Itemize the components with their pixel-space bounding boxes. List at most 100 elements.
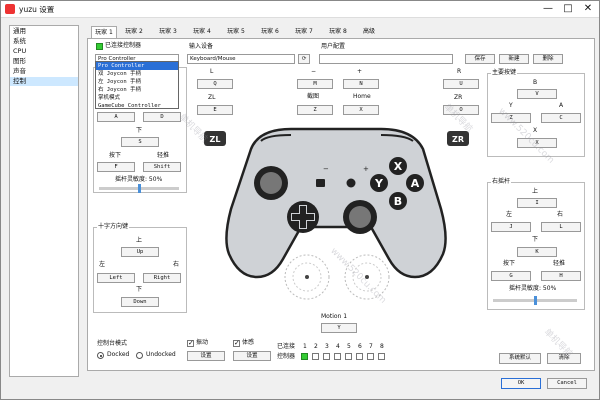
slider-handle[interactable] <box>137 184 141 193</box>
vibration-checkbox[interactable]: ✓ <box>187 339 194 347</box>
home-label: Home <box>353 93 371 100</box>
minus-glyph-icon: − <box>323 165 329 173</box>
l-bind-button[interactable]: Q <box>197 79 233 89</box>
dropdown-item-right-joycon[interactable]: 右 Joycon 手柄 <box>96 86 178 94</box>
sidebar-item-cpu[interactable]: CPU <box>10 47 78 56</box>
right-stick-modifier-button[interactable]: H <box>541 271 581 281</box>
motion-settings-button[interactable]: 设置 <box>233 351 271 361</box>
right-stick-range-slider[interactable] <box>493 296 577 305</box>
refresh-input-button[interactable]: ⟳ <box>298 54 310 64</box>
tab-player-2[interactable]: 玩家 2 <box>119 26 149 38</box>
undocked-radio[interactable] <box>136 352 143 359</box>
left-stick-press-button[interactable]: F <box>97 162 135 172</box>
minus-label: − <box>311 68 317 75</box>
maximize-button[interactable]: □ <box>561 2 575 16</box>
sidebar-item-graphics[interactable]: 图形 <box>10 57 78 66</box>
tab-player-8[interactable]: 玩家 8 <box>323 26 353 38</box>
player-4-connected-checkbox[interactable] <box>334 353 341 360</box>
tab-player-3[interactable]: 玩家 3 <box>153 26 183 38</box>
new-profile-button[interactable]: 新建 <box>499 54 529 64</box>
delete-profile-button[interactable]: 删除 <box>533 54 563 64</box>
right-stick-left-button[interactable]: J <box>491 222 531 232</box>
slider-handle[interactable] <box>533 296 537 305</box>
player-2-connected-checkbox[interactable] <box>312 353 319 360</box>
minus-bind-button[interactable]: M <box>297 79 333 89</box>
sidebar-item-general[interactable]: 通用 <box>10 27 78 36</box>
capture-bind-button[interactable]: Z <box>297 105 333 115</box>
tab-player-4[interactable]: 玩家 4 <box>187 26 217 38</box>
x-button-icon: X <box>389 157 407 175</box>
dropdown-item-gamecube[interactable]: GameCube Controller <box>96 102 178 110</box>
right-thumbstick-icon <box>343 200 377 234</box>
right-stick-down-label: 下 <box>532 236 539 243</box>
dropdown-item-left-joycon[interactable]: 左 Joycon 手柄 <box>96 78 178 86</box>
connect-controller-checkbox[interactable] <box>96 43 103 50</box>
left-stick-right-button[interactable]: D <box>143 112 181 122</box>
right-stick-down-button[interactable]: K <box>517 247 557 257</box>
player-3-connected-checkbox[interactable] <box>323 353 330 360</box>
input-device-select[interactable]: Keyboard/Mouse <box>187 54 295 64</box>
l-label: L <box>210 68 214 75</box>
player-7-connected-checkbox[interactable] <box>367 353 374 360</box>
left-stick-range-slider[interactable] <box>99 184 179 193</box>
player-1-connected-checkbox[interactable] <box>301 353 308 360</box>
dropdown-item-dual-joycon[interactable]: 双 Joycon 手柄 <box>96 70 178 78</box>
zl-label: ZL <box>208 94 216 101</box>
right-stick-press-button[interactable]: G <box>491 271 531 281</box>
player-8-connected-checkbox[interactable] <box>378 353 385 360</box>
tab-player-6[interactable]: 玩家 6 <box>255 26 285 38</box>
right-stick-up-button[interactable]: I <box>517 198 557 208</box>
sidebar-item-system[interactable]: 系统 <box>10 37 78 46</box>
right-stick-right-label: 右 <box>557 211 564 218</box>
dropdown-item-handheld[interactable]: 掌机模式 <box>96 94 178 102</box>
cancel-button[interactable]: Cancel <box>547 378 587 389</box>
vibration-settings-button[interactable]: 设置 <box>187 351 225 361</box>
player-6-connected-checkbox[interactable] <box>356 353 363 360</box>
right-stick-up-label: 上 <box>532 188 539 195</box>
right-stick-modifier-label: 轻推 <box>553 260 566 267</box>
dpad-down-button[interactable]: Down <box>121 297 159 307</box>
motion-checkbox[interactable]: ✓ <box>233 339 240 347</box>
tab-player-7[interactable]: 玩家 7 <box>289 26 319 38</box>
face-a-bind-button[interactable]: C <box>541 113 581 123</box>
home-bind-button[interactable]: X <box>343 105 379 115</box>
player-number-3: 3 <box>325 343 329 350</box>
motion-bind-button[interactable]: Y <box>321 323 357 333</box>
player-number-6: 6 <box>358 343 362 350</box>
save-profile-button[interactable]: 保存 <box>465 54 495 64</box>
ok-button[interactable]: OK <box>501 378 541 389</box>
r-bind-button[interactable]: U <box>443 79 479 89</box>
zr-label: ZR <box>454 94 463 101</box>
pro-controller-image: ZL ZR − + X Y A B <box>204 127 469 300</box>
tab-advanced[interactable]: 高级 <box>357 26 381 38</box>
svg-text:B: B <box>394 195 402 208</box>
dpad-up-button[interactable]: Up <box>121 247 159 257</box>
left-stick-modifier-button[interactable]: Shift <box>143 162 181 172</box>
sidebar-item-audio[interactable]: 声音 <box>10 67 78 76</box>
face-b-bind-button[interactable]: V <box>517 89 557 99</box>
close-button[interactable]: ✕ <box>581 2 595 16</box>
tab-player-1[interactable]: 玩家 1 <box>91 26 117 38</box>
restore-defaults-button[interactable]: 系统默认 <box>499 353 541 364</box>
dropdown-item-pro-controller[interactable]: Pro Controller <box>96 62 178 70</box>
profile-select[interactable] <box>319 54 453 64</box>
left-stick-left-button[interactable]: A <box>97 112 135 122</box>
left-stick-down-button[interactable]: S <box>121 137 159 147</box>
motion-label: Motion 1 <box>321 313 348 320</box>
right-stick-right-button[interactable]: L <box>541 222 581 232</box>
r-label: R <box>457 68 462 75</box>
dpad-left-button[interactable]: Left <box>97 273 135 283</box>
plus-bind-button[interactable]: N <box>343 79 379 89</box>
docked-radio[interactable] <box>97 352 104 359</box>
player-5-connected-checkbox[interactable] <box>345 353 352 360</box>
plus-label: + <box>357 68 363 75</box>
player-number-5: 5 <box>347 343 351 350</box>
sidebar-item-controls[interactable]: 控制 <box>10 77 78 86</box>
tab-player-5[interactable]: 玩家 5 <box>221 26 251 38</box>
svg-text:ZL: ZL <box>210 135 221 144</box>
profile-label: 用户配置 <box>321 43 346 50</box>
dpad-right-button[interactable]: Right <box>143 273 181 283</box>
zl-bind-button[interactable]: E <box>197 105 233 115</box>
yuzu-logo-icon <box>5 4 15 14</box>
minimize-button[interactable]: — <box>541 2 555 16</box>
